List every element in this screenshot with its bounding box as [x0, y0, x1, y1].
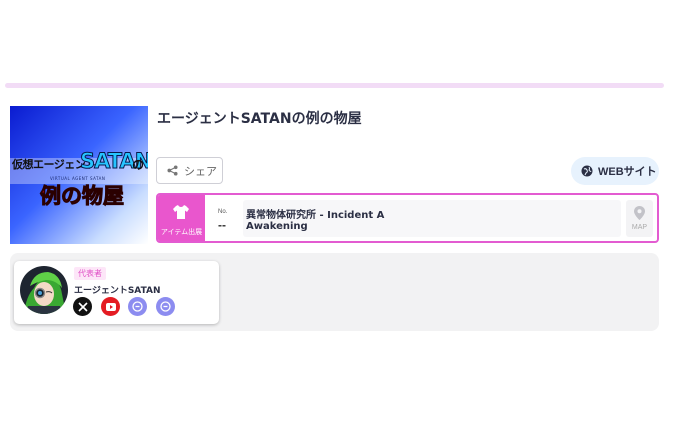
- booth-title: エージェントSATANの例の物屋: [157, 111, 362, 127]
- member-card[interactable]: 代表者 エージェントSATAN: [14, 261, 219, 324]
- avatar[interactable]: [20, 266, 68, 314]
- role-badge: 代表者: [74, 267, 106, 280]
- item-name[interactable]: 異常物体研究所 - Incident A Awakening: [243, 200, 621, 237]
- item-number-key: No.: [218, 209, 228, 215]
- item-exhibit-label: アイテム出展: [160, 229, 203, 236]
- youtube-icon[interactable]: [101, 297, 120, 316]
- share-icon: [167, 161, 178, 180]
- globe-icon: [581, 162, 593, 181]
- booth-thumbnail[interactable]: 仮想エージェント SATAN の VIRTUAL AGENT SATAN 例の物…: [10, 106, 148, 244]
- link-icon[interactable]: [156, 297, 175, 316]
- item-card[interactable]: アイテム出展 No. -- 異常物体研究所 - Incident A Awake…: [156, 193, 659, 243]
- share-button[interactable]: シェア: [156, 157, 223, 184]
- website-button[interactable]: WEBサイト: [571, 157, 659, 185]
- item-name-line1: 異常物体研究所 - Incident A: [246, 210, 385, 221]
- item-number-value: --: [218, 218, 226, 232]
- item-exhibit-badge: アイテム出展: [158, 195, 205, 241]
- share-label: シェア: [184, 165, 217, 178]
- map-pin-icon: [634, 205, 645, 224]
- thumbnail-text-red: 例の物屋: [40, 183, 125, 209]
- top-divider: [5, 83, 664, 88]
- item-name-line2: Awakening: [246, 221, 308, 232]
- x-icon[interactable]: [73, 297, 92, 316]
- tshirt-icon: [173, 204, 189, 223]
- website-label: WEBサイト: [598, 166, 657, 178]
- map-label: MAP: [631, 224, 648, 231]
- thumbnail-text-no: の: [132, 158, 145, 172]
- map-button[interactable]: MAP: [626, 200, 653, 237]
- link-icon[interactable]: [128, 297, 147, 316]
- item-number: No. --: [208, 199, 240, 237]
- member-name: エージェントSATAN: [74, 286, 161, 296]
